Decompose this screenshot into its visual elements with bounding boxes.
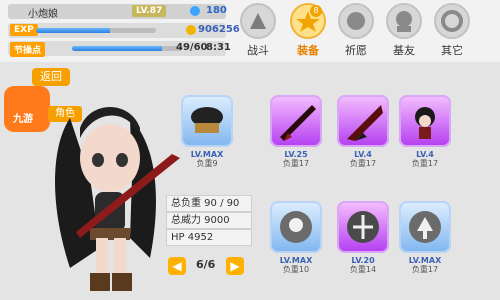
doll-icon: [415, 107, 435, 139]
slot-3-weight: 负重17: [349, 159, 377, 168]
tab-other[interactable]: 其它: [428, 3, 476, 59]
hp-value: HP 4952: [166, 229, 252, 246]
skull-emblem-icon: [280, 211, 312, 243]
stamina-value: 49/60: [176, 42, 208, 53]
slot-7-weight: 负重17: [411, 265, 439, 274]
tab-equipment[interactable]: 8 装备: [284, 3, 332, 59]
total-load: 总负重 90 / 90: [166, 195, 252, 212]
tab-pray-label: 祈愿: [345, 44, 367, 57]
friends-icon: [386, 3, 422, 39]
tab-friends[interactable]: 基友: [380, 3, 428, 59]
battle-icon: [240, 3, 276, 39]
tab-battle[interactable]: 战斗: [234, 3, 282, 59]
name-row: 小炮娘 LV.87 180: [8, 4, 227, 20]
equipment-slot-2[interactable]: LV.25 负重17: [270, 95, 322, 168]
exp-bar-fill: [36, 28, 111, 33]
character-illustration: [55, 107, 180, 291]
next-page-button[interactable]: ▶: [226, 257, 244, 275]
level-text: LV.87: [136, 6, 163, 16]
tab-friends-label: 基友: [393, 44, 415, 57]
slot-1-weight: 负重9: [196, 159, 218, 168]
stamina-label: 节操点: [10, 42, 46, 57]
cross-emblem-icon: [347, 211, 379, 243]
back-button-label: 返回: [40, 70, 62, 83]
tab-pray[interactable]: 祈愿: [332, 3, 380, 59]
equipment-slot-7[interactable]: LV.MAX 负重17: [399, 201, 451, 274]
tab-battle-label: 战斗: [247, 44, 269, 57]
stamina-bar-fill: [72, 46, 163, 51]
star-icon: 8: [290, 3, 326, 39]
stamina-row: 节操点 49/60 8:31: [8, 41, 231, 57]
slot-2-weight: 负重17: [282, 159, 310, 168]
equipment-slot-1[interactable]: LV.MAX 负重9: [181, 95, 233, 168]
stamina-timer: 8:31: [206, 42, 231, 53]
slot-6-weight: 负重14: [349, 265, 377, 274]
tab-equipment-label: 装备: [297, 44, 319, 57]
stamina-bar: [72, 46, 182, 51]
helmet-icon: [191, 107, 223, 133]
tree-emblem-icon: [409, 211, 441, 243]
sword-icon: [280, 105, 316, 141]
gem-icon: [190, 6, 200, 16]
gold-icon: [186, 25, 196, 35]
prev-page-button[interactable]: ◀: [168, 257, 186, 275]
gear-icon: [434, 3, 470, 39]
level-badge: LV.87: [132, 5, 167, 17]
gem-count: 180: [206, 5, 227, 16]
equipment-slot-5[interactable]: LV.MAX 负重10: [270, 201, 322, 274]
slot-5-weight: 负重10: [282, 265, 310, 274]
slot-4-weight: 负重17: [411, 159, 439, 168]
exp-row: EXP 906256: [8, 23, 240, 38]
back-button[interactable]: 返回: [32, 68, 70, 86]
equipment-badge: 8: [310, 5, 322, 17]
equipment-slot-3[interactable]: LV.4 负重17: [337, 95, 389, 168]
total-power: 总威力 9000: [166, 212, 252, 229]
tab-other-label: 其它: [441, 44, 463, 57]
exp-label: EXP: [10, 24, 38, 36]
blade-icon: [347, 105, 383, 141]
pray-icon: [338, 3, 374, 39]
page-indicator: 6/6: [196, 258, 216, 271]
top-bar: 小炮娘 LV.87 180 EXP 906256 节操点 49/60 8:31 …: [0, 0, 500, 62]
equipment-slot-4[interactable]: LV.4 负重17: [399, 95, 451, 168]
watermark-logo-text: 九游: [13, 114, 33, 125]
player-name: 小炮娘: [28, 9, 58, 20]
equipment-slot-6[interactable]: LV.20 负重14: [337, 201, 389, 274]
exp-bar: [36, 28, 156, 33]
